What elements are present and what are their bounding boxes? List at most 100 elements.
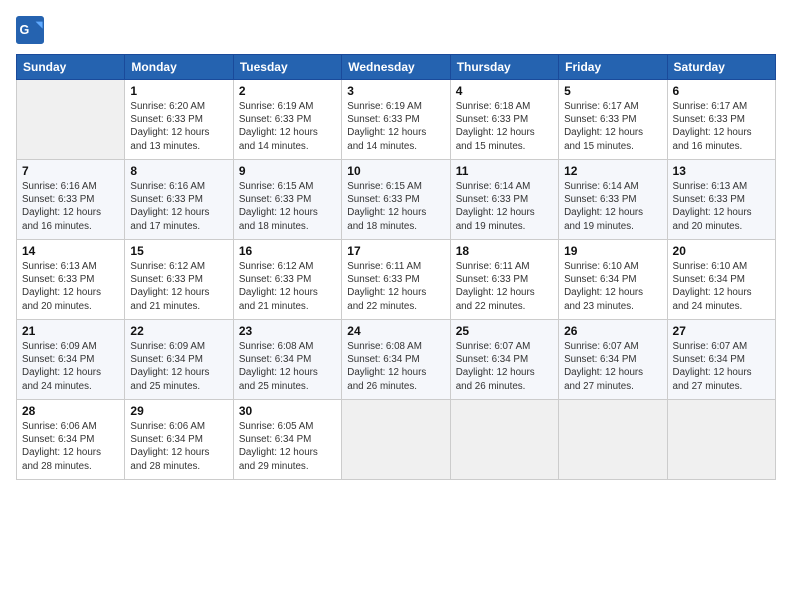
day-number: 3 (347, 84, 444, 98)
day-number: 13 (673, 164, 770, 178)
day-info: Sunrise: 6:08 AM Sunset: 6:34 PM Dayligh… (239, 340, 336, 393)
week-row-3: 21Sunrise: 6:09 AM Sunset: 6:34 PM Dayli… (17, 320, 776, 400)
header-cell-wednesday: Wednesday (342, 55, 450, 80)
day-number: 23 (239, 324, 336, 338)
day-number: 6 (673, 84, 770, 98)
day-cell: 14 Sunrise: 6:13 AM Sunset: 6:33 PM Dayli… (17, 240, 125, 320)
day-number: 15 (130, 244, 227, 258)
calendar-header: SundayMondayTuesdayWednesdayThursdayFrid… (17, 55, 776, 80)
day-info: Sunrise: 6:15 AM Sunset: 6:33 PM Dayligh… (347, 180, 444, 233)
logo: G (16, 16, 48, 44)
header-row: SundayMondayTuesdayWednesdayThursdayFrid… (17, 55, 776, 80)
day-info: Sunrise: 6:14 AM Sunset: 6:33 PM Dayligh… (456, 180, 553, 233)
day-info: Sunrise: 6:14 AM Sunset: 6:33 PM Dayligh… (564, 180, 661, 233)
day-cell: 12 Sunrise: 6:14 AM Sunset: 6:33 PM Dayli… (559, 160, 667, 240)
day-cell: 30 Sunrise: 6:05 AM Sunset: 6:34 PM Dayli… (233, 400, 341, 480)
day-cell: 28Sunrise: 6:06 AM Sunset: 6:34 PM Dayli… (17, 400, 125, 480)
day-cell: 9 Sunrise: 6:15 AM Sunset: 6:33 PM Daylig… (233, 160, 341, 240)
header-cell-sunday: Sunday (17, 55, 125, 80)
day-cell (342, 400, 450, 480)
day-info: Sunrise: 6:19 AM Sunset: 6:33 PM Dayligh… (347, 100, 444, 153)
day-info: Sunrise: 6:19 AM Sunset: 6:33 PM Dayligh… (239, 100, 336, 153)
day-cell: 1 Sunrise: 6:20 AM Sunset: 6:33 PM Daylig… (125, 80, 233, 160)
day-number: 11 (456, 164, 553, 178)
week-row-0: 1 Sunrise: 6:20 AM Sunset: 6:33 PM Daylig… (17, 80, 776, 160)
day-number: 24 (347, 324, 444, 338)
header-cell-thursday: Thursday (450, 55, 558, 80)
day-info: Sunrise: 6:17 AM Sunset: 6:33 PM Dayligh… (564, 100, 661, 153)
header: G (16, 16, 776, 44)
header-cell-saturday: Saturday (667, 55, 775, 80)
day-cell (17, 80, 125, 160)
day-info: Sunrise: 6:11 AM Sunset: 6:33 PM Dayligh… (347, 260, 444, 313)
header-cell-tuesday: Tuesday (233, 55, 341, 80)
day-cell: 19 Sunrise: 6:10 AM Sunset: 6:34 PM Dayli… (559, 240, 667, 320)
day-number: 7 (22, 164, 119, 178)
day-info: Sunrise: 6:13 AM Sunset: 6:33 PM Dayligh… (673, 180, 770, 233)
day-info: Sunrise: 6:17 AM Sunset: 6:33 PM Dayligh… (673, 100, 770, 153)
day-number: 1 (130, 84, 227, 98)
day-info: Sunrise: 6:09 AM Sunset: 6:34 PM Dayligh… (130, 340, 227, 393)
day-number: 28 (22, 404, 119, 418)
general-blue-icon: G (16, 16, 44, 44)
day-cell: 24Sunrise: 6:08 AM Sunset: 6:34 PM Dayli… (342, 320, 450, 400)
day-number: 14 (22, 244, 119, 258)
day-info: Sunrise: 6:15 AM Sunset: 6:33 PM Dayligh… (239, 180, 336, 233)
day-number: 22 (130, 324, 227, 338)
day-cell: 26Sunrise: 6:07 AM Sunset: 6:34 PM Dayli… (559, 320, 667, 400)
day-info: Sunrise: 6:16 AM Sunset: 6:33 PM Dayligh… (22, 180, 119, 233)
day-cell: 25Sunrise: 6:07 AM Sunset: 6:34 PM Dayli… (450, 320, 558, 400)
day-info: Sunrise: 6:18 AM Sunset: 6:33 PM Dayligh… (456, 100, 553, 153)
day-cell: 3 Sunrise: 6:19 AM Sunset: 6:33 PM Daylig… (342, 80, 450, 160)
day-number: 16 (239, 244, 336, 258)
day-info: Sunrise: 6:10 AM Sunset: 6:34 PM Dayligh… (673, 260, 770, 313)
day-number: 10 (347, 164, 444, 178)
day-cell: 10 Sunrise: 6:15 AM Sunset: 6:33 PM Dayli… (342, 160, 450, 240)
day-number: 29 (130, 404, 227, 418)
week-row-4: 28 Sunrise: 6:06 AM Sunset: 6:34 PM Dayli… (17, 400, 776, 480)
day-cell: 18Sunrise: 6:11 AM Sunset: 6:33 PM Dayli… (450, 240, 558, 320)
day-number: 12 (564, 164, 661, 178)
day-info: Sunrise: 6:11 AM Sunset: 6:33 PM Dayligh… (456, 260, 553, 313)
calendar-table: SundayMondayTuesdayWednesdayThursdayFrid… (16, 54, 776, 480)
day-info: Sunrise: 6:10 AM Sunset: 6:34 PM Dayligh… (564, 260, 661, 313)
week-row-2: 14 Sunrise: 6:13 AM Sunset: 6:33 PM Dayli… (17, 240, 776, 320)
day-info: Sunrise: 6:09 AM Sunset: 6:34 PM Dayligh… (22, 340, 119, 393)
day-cell: 2Sunrise: 6:19 AM Sunset: 6:33 PM Daylig… (233, 80, 341, 160)
day-number: 30 (239, 404, 336, 418)
day-info: Sunrise: 6:16 AM Sunset: 6:33 PM Dayligh… (130, 180, 227, 233)
day-info: Sunrise: 6:20 AM Sunset: 6:33 PM Dayligh… (130, 100, 227, 153)
week-row-1: 7 Sunrise: 6:16 AM Sunset: 6:33 PM Daylig… (17, 160, 776, 240)
day-cell: 4Sunrise: 6:18 AM Sunset: 6:33 PM Daylig… (450, 80, 558, 160)
header-cell-friday: Friday (559, 55, 667, 80)
header-cell-monday: Monday (125, 55, 233, 80)
day-cell: 6 Sunrise: 6:17 AM Sunset: 6:33 PM Daylig… (667, 80, 775, 160)
page: G SundayMondayTuesdayWednesdayThursdayFr… (0, 0, 792, 612)
day-cell: 5 Sunrise: 6:17 AM Sunset: 6:33 PM Daylig… (559, 80, 667, 160)
day-info: Sunrise: 6:07 AM Sunset: 6:34 PM Dayligh… (673, 340, 770, 393)
day-info: Sunrise: 6:06 AM Sunset: 6:34 PM Dayligh… (130, 420, 227, 473)
day-number: 17 (347, 244, 444, 258)
day-cell: 11 Sunrise: 6:14 AM Sunset: 6:33 PM Dayli… (450, 160, 558, 240)
day-cell (450, 400, 558, 480)
day-cell: 20Sunrise: 6:10 AM Sunset: 6:34 PM Dayli… (667, 240, 775, 320)
day-info: Sunrise: 6:07 AM Sunset: 6:34 PM Dayligh… (456, 340, 553, 393)
day-cell (559, 400, 667, 480)
day-cell: 8 Sunrise: 6:16 AM Sunset: 6:33 PM Daylig… (125, 160, 233, 240)
day-number: 8 (130, 164, 227, 178)
day-cell: 29 Sunrise: 6:06 AM Sunset: 6:34 PM Dayli… (125, 400, 233, 480)
day-cell (667, 400, 775, 480)
day-info: Sunrise: 6:05 AM Sunset: 6:34 PM Dayligh… (239, 420, 336, 473)
day-number: 5 (564, 84, 661, 98)
day-cell: 16 Sunrise: 6:12 AM Sunset: 6:33 PM Dayli… (233, 240, 341, 320)
day-number: 19 (564, 244, 661, 258)
day-cell: 21Sunrise: 6:09 AM Sunset: 6:34 PM Dayli… (17, 320, 125, 400)
day-number: 27 (673, 324, 770, 338)
day-info: Sunrise: 6:13 AM Sunset: 6:33 PM Dayligh… (22, 260, 119, 313)
day-cell: 27 Sunrise: 6:07 AM Sunset: 6:34 PM Dayli… (667, 320, 775, 400)
calendar-body: 1 Sunrise: 6:20 AM Sunset: 6:33 PM Daylig… (17, 80, 776, 480)
day-number: 9 (239, 164, 336, 178)
day-number: 26 (564, 324, 661, 338)
day-cell: 15Sunrise: 6:12 AM Sunset: 6:33 PM Dayli… (125, 240, 233, 320)
day-info: Sunrise: 6:12 AM Sunset: 6:33 PM Dayligh… (239, 260, 336, 313)
